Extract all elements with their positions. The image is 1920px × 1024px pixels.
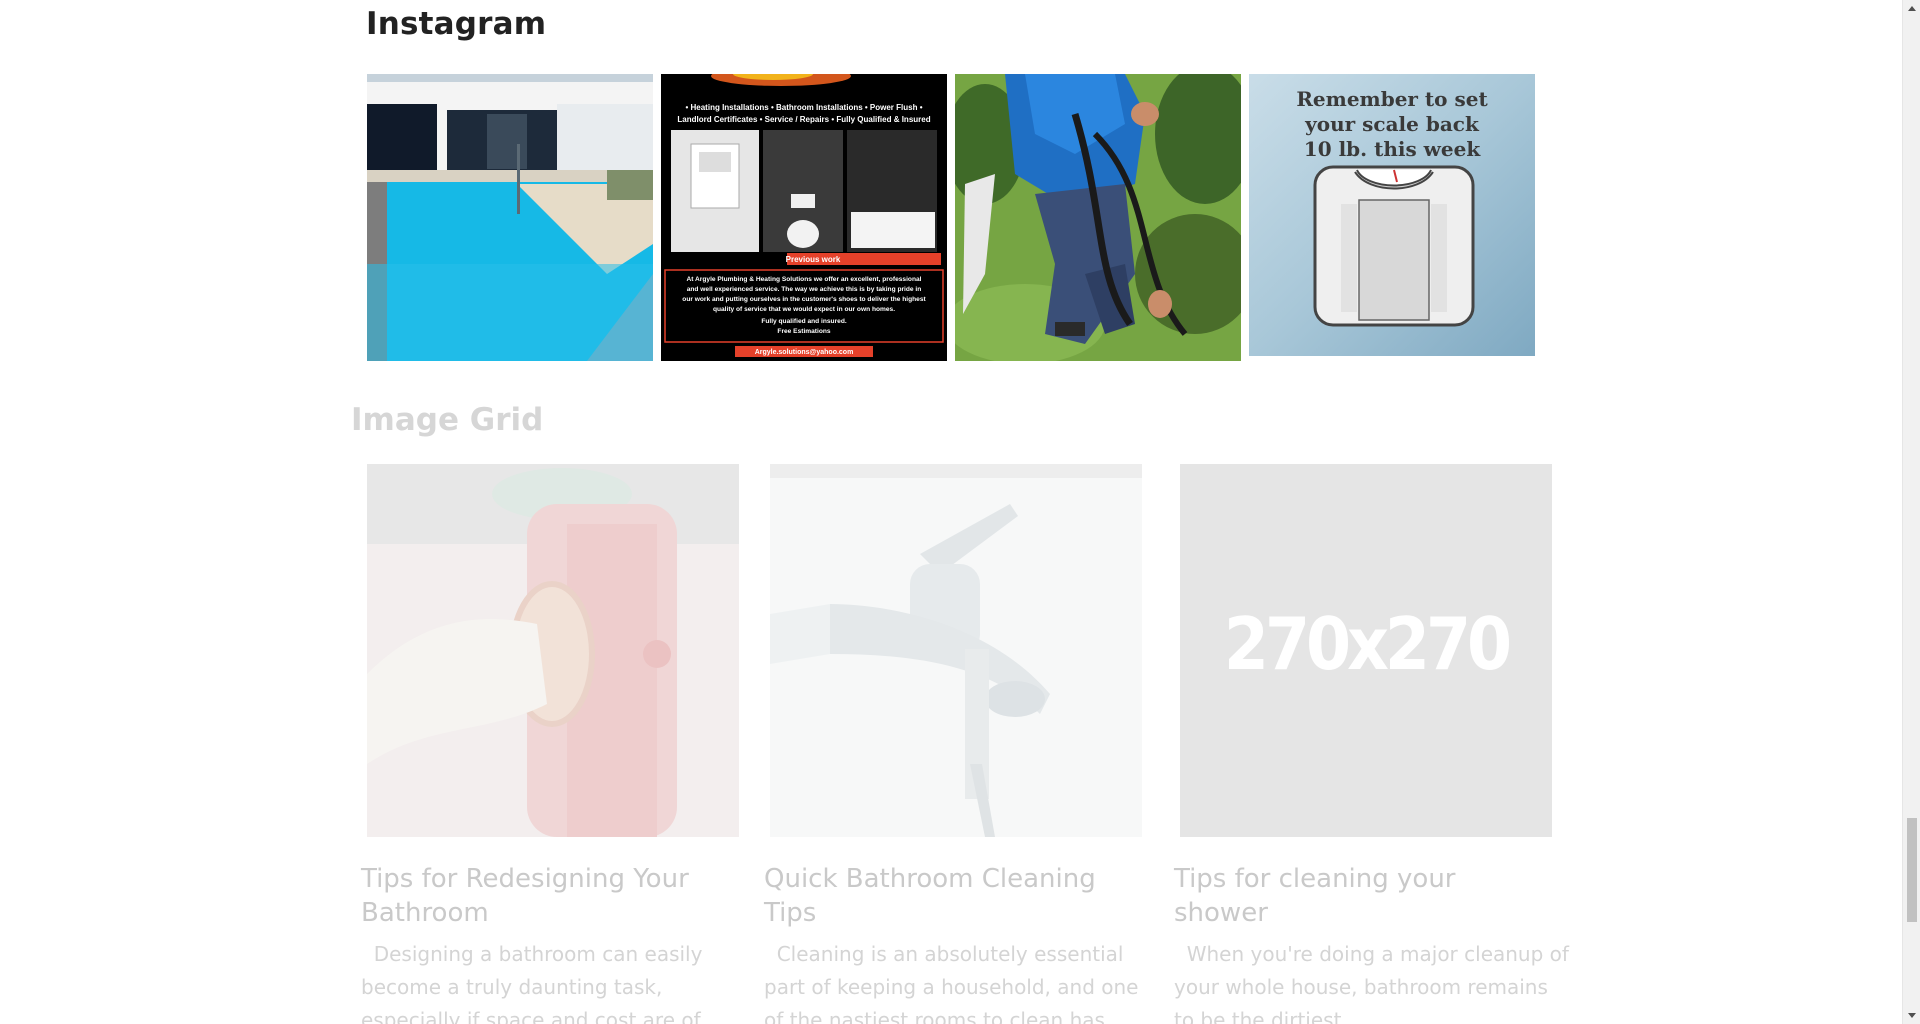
card-title[interactable]: Quick Bathroom Cleaning Tips — [764, 862, 1134, 930]
card-excerpt: Designing a bathroom can easily become a… — [361, 942, 709, 1024]
faucet-image — [770, 464, 1142, 837]
flyer-body-line: and well experienced service. The way we… — [687, 286, 922, 293]
instagram-heading: Instagram — [366, 6, 547, 42]
flyer-body-line: At Argyle Plumbing & Heating Solutions w… — [687, 276, 922, 283]
scale-caption-line-1: Remember to set — [1296, 87, 1488, 111]
scrollbar-thumb[interactable] — [1907, 818, 1917, 922]
placeholder-label: 270x270 — [1224, 602, 1509, 686]
scale-caption-line-2: your scale back — [1304, 112, 1480, 136]
card-image-link[interactable] — [367, 464, 739, 837]
card-image-link[interactable] — [770, 464, 1142, 837]
scale-caption-line-3: 10 lb. this week — [1304, 137, 1482, 161]
placeholder-image: 270x270 — [1180, 464, 1552, 837]
page-scrollbar[interactable] — [1902, 0, 1920, 1024]
card-image-link[interactable]: 270x270 — [1180, 464, 1552, 837]
scroll-down-arrow-icon[interactable] — [1903, 1007, 1920, 1024]
flyer-email: Argyle.solutions@yahoo.com — [755, 349, 854, 356]
instagram-tile-pool[interactable] — [367, 74, 653, 361]
card-title[interactable]: Tips for Redesigning Your Bathroom — [361, 862, 731, 930]
image-grid-heading: Image Grid — [351, 402, 544, 438]
flyer-body-line: our work and putting ourselves in the cu… — [682, 296, 926, 303]
pool-photo — [367, 74, 653, 361]
card-excerpt: Cleaning is an absolutely essential part… — [764, 942, 1145, 1024]
scroll-up-arrow-icon[interactable] — [1903, 0, 1920, 17]
flyer-services-line-1: • Heating Installations • Bathroom Insta… — [685, 103, 922, 112]
worker-garden-photo — [955, 74, 1241, 361]
plumbing-flyer-image: • Heating Installations • Bathroom Insta… — [661, 74, 947, 361]
flyer-body-line: Fully qualified and insured. — [761, 318, 847, 325]
instagram-tile-scale-reminder[interactable]: Remember to set your scale back 10 lb. t… — [1249, 74, 1535, 361]
grid-card-redesign: Tips for Redesigning Your Bathroom Desig… — [361, 464, 739, 1024]
card-title[interactable]: Tips for cleaning your shower — [1174, 862, 1544, 930]
card-excerpt: When you're doing a major cleanup of you… — [1174, 942, 1576, 1024]
instagram-tile-plumbing-flyer[interactable]: • Heating Installations • Bathroom Insta… — [661, 74, 947, 361]
flyer-body-line: quality of service that we would expect … — [713, 306, 895, 313]
flyer-services-line-2: Landlord Certificates • Service / Repair… — [677, 115, 930, 124]
grid-card-shower: 270x270 Tips for cleaning your shower Wh… — [1174, 464, 1569, 1024]
grid-card-cleaning: Quick Bathroom Cleaning Tips Cleaning is… — [764, 464, 1142, 1024]
instagram-grid: • Heating Installations • Bathroom Insta… — [367, 74, 1537, 361]
flyer-body-line: Free Estimations — [777, 328, 830, 335]
scale-reminder-image: Remember to set your scale back 10 lb. t… — [1249, 74, 1535, 361]
instagram-tile-worker-garden[interactable] — [955, 74, 1241, 361]
flyer-banner: Previous work — [786, 255, 841, 264]
page: Instagram • Heating Installations • Bath… — [0, 0, 1902, 1024]
fire-hydrant-image — [367, 464, 739, 837]
